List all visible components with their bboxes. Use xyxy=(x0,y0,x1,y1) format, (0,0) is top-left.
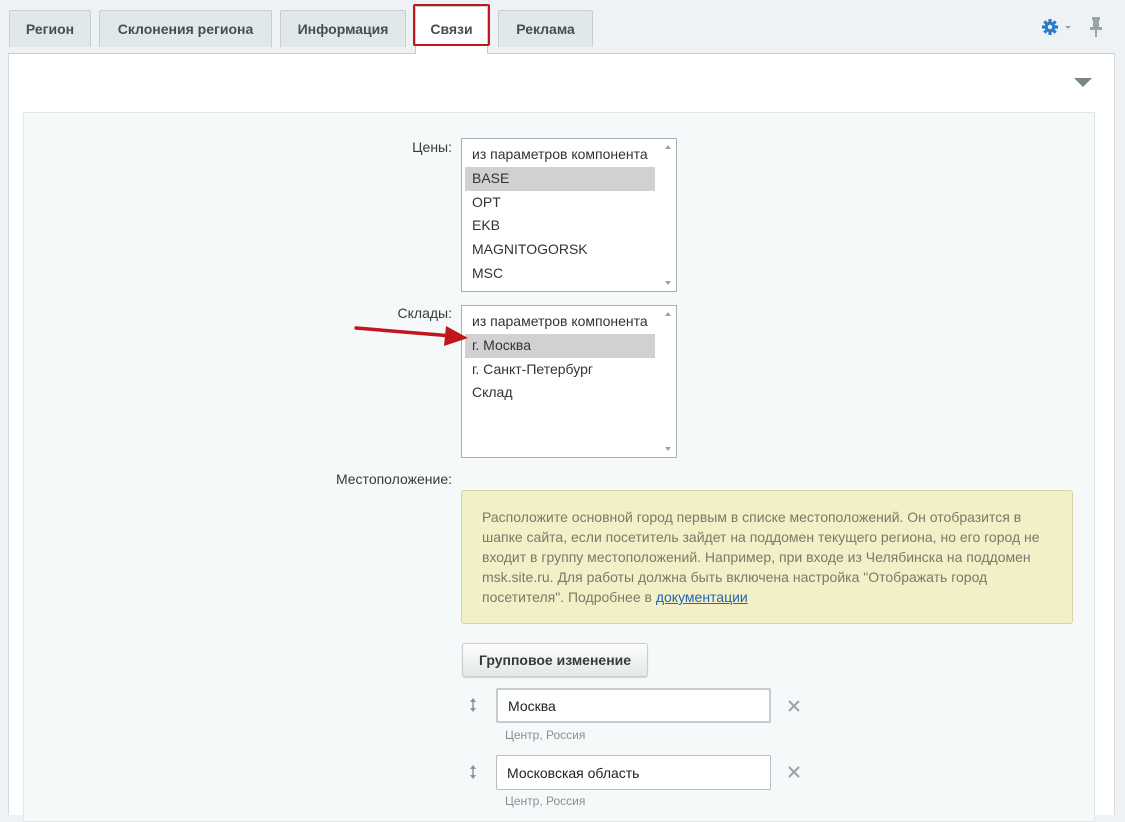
tab-bar: Регион Склонения региона Информация Связ… xyxy=(0,0,1125,54)
tab-label: Регион xyxy=(25,21,75,37)
remove-icon[interactable] xyxy=(787,699,801,713)
red-arrow-annotation xyxy=(354,326,468,346)
warehouses-option[interactable]: г. Санкт-Петербург xyxy=(465,358,655,382)
tab-region[interactable]: Регион xyxy=(9,10,91,47)
tab-links[interactable]: Связи xyxy=(415,6,488,54)
documentation-link[interactable]: документации xyxy=(656,589,748,605)
scroll-up-icon[interactable] xyxy=(665,145,671,149)
collapse-arrow-icon[interactable] xyxy=(1074,78,1092,87)
tab-label: Склонения региона xyxy=(117,21,254,37)
drag-handle-icon[interactable] xyxy=(468,697,478,713)
location-sublabel: Центр, Россия xyxy=(505,728,586,742)
scroll-down-icon[interactable] xyxy=(665,447,671,451)
tab-content-panel: Цены: из параметров компонента BASE OPT … xyxy=(8,54,1115,822)
location-label: Местоположение: xyxy=(335,471,452,487)
prices-option[interactable]: OPT xyxy=(465,191,655,215)
warehouses-select[interactable]: из параметров компонента г. Москва г. Са… xyxy=(461,305,677,458)
gear-icon[interactable] xyxy=(1042,17,1072,37)
warehouses-option[interactable]: Склад xyxy=(465,381,655,405)
prices-select[interactable]: из параметров компонента BASE OPT EKB MA… xyxy=(461,138,677,292)
tab-information[interactable]: Информация xyxy=(280,10,406,47)
location-input[interactable]: Московская область xyxy=(496,755,771,790)
tab-label: Реклама xyxy=(516,21,575,37)
scroll-down-icon[interactable] xyxy=(665,281,671,285)
group-edit-button[interactable]: Групповое изменение xyxy=(462,643,648,677)
warehouses-option-selected[interactable]: г. Москва xyxy=(465,333,655,358)
prices-option[interactable]: MAGNITOGORSK xyxy=(465,238,655,262)
prices-option[interactable]: MSC xyxy=(465,262,655,286)
warehouses-option[interactable]: из параметров компонента xyxy=(465,310,655,334)
location-input[interactable]: Москва xyxy=(496,688,771,723)
tab-advertising[interactable]: Реклама xyxy=(498,10,593,47)
prices-label: Цены: xyxy=(412,139,452,155)
location-note: Расположите основной город первым в спис… xyxy=(461,490,1073,624)
scroll-up-icon[interactable] xyxy=(665,312,671,316)
location-note-text: Расположите основной город первым в спис… xyxy=(482,509,1040,605)
tab-region-declensions[interactable]: Склонения региона xyxy=(99,10,272,47)
remove-icon[interactable] xyxy=(787,765,801,779)
prices-option-selected[interactable]: BASE xyxy=(465,166,655,191)
prices-option[interactable]: из параметров компонента xyxy=(465,143,655,167)
drag-handle-icon[interactable] xyxy=(468,764,478,780)
warehouses-scrollbar[interactable] xyxy=(661,306,676,457)
prices-scrollbar[interactable] xyxy=(661,139,676,291)
tab-label: Связи xyxy=(430,20,473,37)
location-sublabel: Центр, Россия xyxy=(505,794,586,808)
tab-label: Информация xyxy=(297,21,389,37)
prices-option[interactable]: EKB xyxy=(465,214,655,238)
pin-icon[interactable] xyxy=(1088,16,1104,38)
